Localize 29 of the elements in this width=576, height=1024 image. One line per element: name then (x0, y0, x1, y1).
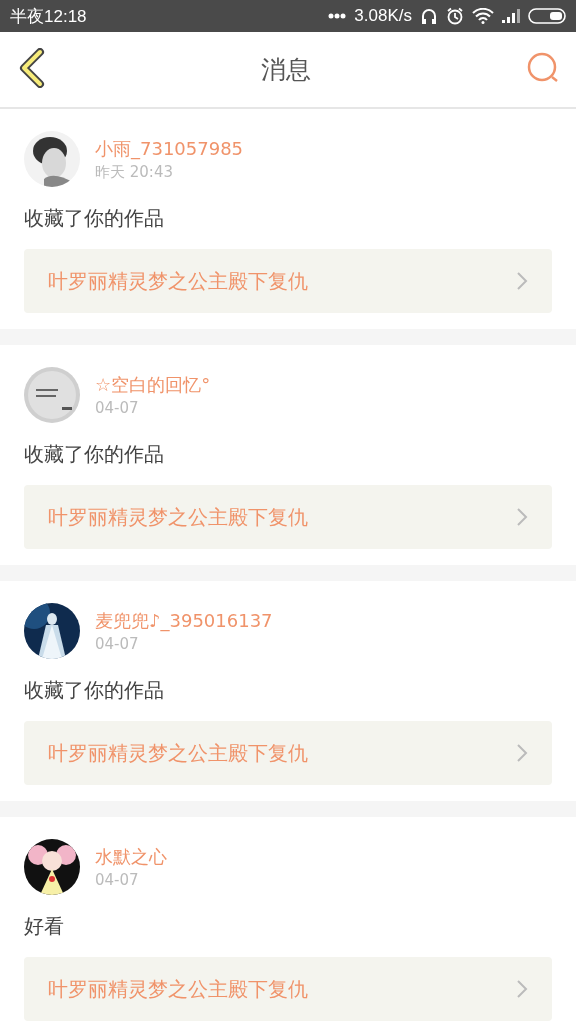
work-link[interactable]: 叶罗丽精灵梦之公主殿下复仇 (24, 721, 552, 785)
work-link[interactable]: 叶罗丽精灵梦之公主殿下复仇 (24, 485, 552, 549)
message-text: 收藏了你的作品 (24, 677, 165, 703)
wifi-icon (472, 8, 494, 24)
battery-icon (528, 8, 566, 24)
network-speed: 3.08K/s (354, 6, 412, 26)
user-name[interactable]: ☆空白的回忆° (95, 373, 211, 397)
user-name[interactable]: 小雨_731057985 (95, 136, 244, 161)
message-time: 昨天 20:43 (95, 162, 174, 182)
signal-icon (502, 9, 520, 23)
page-title: 消息 (261, 54, 311, 86)
work-link[interactable]: 叶罗丽精灵梦之公主殿下复仇 (24, 249, 552, 313)
clock-time: 半夜12:18 (10, 5, 87, 28)
chevron-right-icon (516, 271, 528, 291)
chevron-right-icon (516, 743, 528, 763)
message-text: 好看 (24, 913, 65, 939)
more-icon (328, 13, 347, 19)
user-name[interactable]: 麦兜兜♪_395016137 (95, 609, 273, 633)
work-link[interactable]: 叶罗丽精灵梦之公主殿下复仇 (24, 957, 552, 1021)
alarm-icon (446, 7, 464, 25)
user-name[interactable]: 水默之心 (95, 845, 167, 869)
message-time: 04-07 (95, 399, 140, 417)
message-time: 04-07 (95, 871, 140, 889)
chevron-right-icon (516, 507, 528, 527)
chevron-right-icon (516, 979, 528, 999)
headphones-icon (420, 7, 438, 25)
message-time: 04-07 (95, 635, 140, 653)
message-text: 收藏了你的作品 (24, 205, 165, 231)
message-text: 收藏了你的作品 (24, 441, 165, 467)
